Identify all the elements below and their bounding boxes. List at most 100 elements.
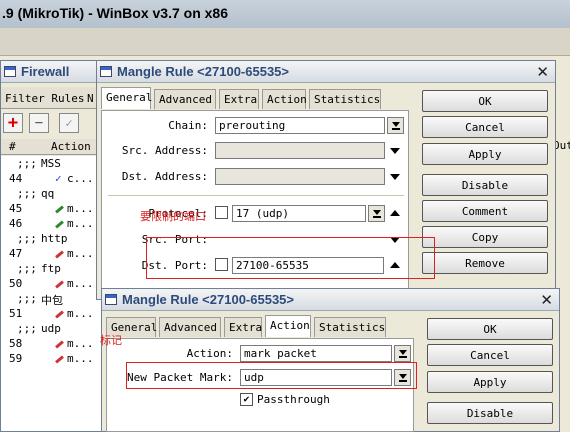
- dst-address-field[interactable]: [215, 168, 385, 185]
- disable-button[interactable]: Disable: [427, 402, 553, 424]
- rule-comment: http: [41, 232, 68, 245]
- row-number: 45: [9, 202, 23, 215]
- list-item[interactable]: ;;; 中包: [1, 291, 94, 307]
- row-number: 50: [9, 277, 23, 290]
- row-number: ;;;: [17, 322, 37, 335]
- rule-action: c...: [67, 172, 94, 185]
- rule-comment: qq: [41, 187, 55, 200]
- mangle-rule-window-2: Mangle Rule <27100-65535> ✕ General Adva…: [101, 288, 560, 432]
- row-number: ;;;: [17, 262, 37, 275]
- firewall-title: Firewall: [21, 64, 70, 79]
- copy-button[interactable]: Copy: [422, 226, 548, 248]
- port-annotation: 要限制的端口: [140, 210, 206, 223]
- protocol-field[interactable]: 17 (udp): [232, 205, 366, 222]
- col-action[interactable]: Action: [51, 140, 91, 153]
- row-number: ;;;: [17, 292, 37, 305]
- main-toolbar: [0, 28, 570, 56]
- rule-action: m...: [67, 352, 94, 365]
- expand-down-icon[interactable]: [390, 174, 400, 180]
- mark-icon: [55, 307, 64, 320]
- row-number: 58: [9, 337, 23, 350]
- mark-icon: [55, 247, 64, 260]
- rule2-title: Mangle Rule <27100-65535>: [122, 292, 294, 307]
- row-number: 59: [9, 352, 23, 365]
- list-item[interactable]: 47 m...: [1, 246, 94, 261]
- accept-icon: ✓: [55, 172, 62, 185]
- row-number: 51: [9, 307, 23, 320]
- src-address-field[interactable]: [215, 142, 385, 159]
- app-title: .9 (MikroTik) - WinBox v3.7 on x86: [0, 0, 570, 28]
- list-item[interactable]: 59 m...: [1, 351, 94, 366]
- rule1-titlebar[interactable]: Mangle Rule <27100-65535> ✕: [97, 61, 555, 83]
- cancel-button[interactable]: Cancel: [427, 344, 553, 366]
- passthrough-label: Passthrough: [257, 393, 330, 406]
- close-icon[interactable]: ✕: [536, 63, 549, 81]
- list-item[interactable]: ;;; ftp: [1, 261, 94, 276]
- protocol-negate-checkbox[interactable]: [215, 206, 228, 219]
- chain-label: Chain:: [168, 119, 208, 132]
- dst-port-highlight: [146, 237, 435, 279]
- row-number: 47: [9, 247, 23, 260]
- tab-extra[interactable]: Extra: [224, 317, 262, 337]
- list-item[interactable]: 45 m...: [1, 201, 94, 216]
- tab-action[interactable]: Action: [265, 315, 311, 337]
- window-icon: [4, 66, 16, 77]
- mark-icon: [55, 217, 64, 230]
- tab-extra[interactable]: Extra: [219, 89, 259, 109]
- rule-action: m...: [67, 217, 94, 230]
- mark-annotation: 标记: [100, 334, 122, 347]
- passthrough-checkbox[interactable]: ✔: [240, 393, 253, 406]
- mark-icon: [55, 277, 64, 290]
- tab-filter-rules[interactable]: Filter Rules: [5, 92, 84, 105]
- chain-field[interactable]: prerouting: [215, 117, 385, 134]
- list-item[interactable]: 58 m...: [1, 336, 94, 351]
- add-icon[interactable]: +: [3, 113, 23, 133]
- disable-button[interactable]: Disable: [422, 174, 548, 196]
- list-item[interactable]: 46 m...: [1, 216, 94, 231]
- chain-dropdown-icon[interactable]: [387, 117, 404, 134]
- apply-button[interactable]: Apply: [427, 371, 553, 393]
- list-item[interactable]: ;;; MSS: [1, 156, 94, 171]
- rule1-tabs: General Advanced Extra Action Statistics: [101, 87, 411, 111]
- dst-address-label: Dst. Address:: [121, 170, 208, 183]
- list-item[interactable]: ;;; udp: [1, 321, 94, 336]
- list-item[interactable]: 50 m...: [1, 276, 94, 291]
- list-item[interactable]: ;;; qq: [1, 186, 94, 201]
- row-number: ;;;: [17, 157, 37, 170]
- tab-general[interactable]: General: [101, 87, 152, 109]
- tab-advanced[interactable]: Advanced: [154, 89, 216, 109]
- mark-icon: [55, 352, 64, 365]
- window-icon: [105, 294, 117, 305]
- row-number: ;;;: [17, 187, 37, 200]
- ok-button[interactable]: OK: [427, 318, 553, 340]
- tab-nat[interactable]: N: [87, 92, 94, 105]
- col-num[interactable]: #: [9, 140, 16, 153]
- close-icon[interactable]: ✕: [540, 291, 553, 309]
- collapse-up-icon[interactable]: [390, 210, 400, 216]
- cancel-button[interactable]: Cancel: [422, 116, 548, 138]
- ok-button[interactable]: OK: [422, 90, 548, 112]
- protocol-dropdown-icon[interactable]: [368, 205, 385, 222]
- row-number: 44: [9, 172, 23, 185]
- enable-icon[interactable]: ✓: [59, 113, 79, 133]
- list-item[interactable]: 44 ✓ c...: [1, 171, 94, 186]
- remove-icon[interactable]: −: [29, 113, 49, 133]
- expand-down-icon[interactable]: [390, 148, 400, 154]
- list-item[interactable]: 51 m...: [1, 306, 94, 321]
- action-field[interactable]: mark packet: [240, 345, 392, 362]
- src-address-label: Src. Address:: [121, 144, 208, 157]
- rule-action: m...: [67, 307, 94, 320]
- remove-button[interactable]: Remove: [422, 252, 548, 274]
- comment-button[interactable]: Comment: [422, 200, 548, 222]
- tab-statistics[interactable]: Statistics: [314, 317, 386, 337]
- rule2-titlebar[interactable]: Mangle Rule <27100-65535> ✕: [102, 289, 559, 311]
- tab-statistics[interactable]: Statistics: [309, 89, 381, 109]
- tab-advanced[interactable]: Advanced: [159, 317, 221, 337]
- rule-action: m...: [67, 337, 94, 350]
- mark-icon: [55, 202, 64, 215]
- mark-icon: [55, 337, 64, 350]
- tab-action[interactable]: Action: [262, 89, 307, 109]
- list-item[interactable]: ;;; http: [1, 231, 94, 246]
- action-dropdown-icon[interactable]: [394, 345, 411, 362]
- apply-button[interactable]: Apply: [422, 143, 548, 165]
